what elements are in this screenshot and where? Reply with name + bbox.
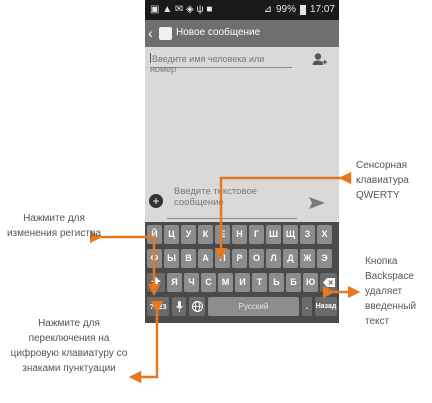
arrow-qwerty: [214, 171, 352, 261]
arrow-shift: [89, 230, 161, 297]
annotation-qwerty: Сенсорная клавиатура QWERTY: [356, 160, 409, 201]
annotation-backspace: Кнопка Backspace удаляет введенный текст: [365, 256, 417, 327]
annotation-shift: Нажмите для изменения регистра: [6, 213, 102, 239]
annotation-numeric: Нажмите для переключения на цифровую кла…: [10, 318, 128, 374]
arrow-numeric: [128, 300, 164, 384]
